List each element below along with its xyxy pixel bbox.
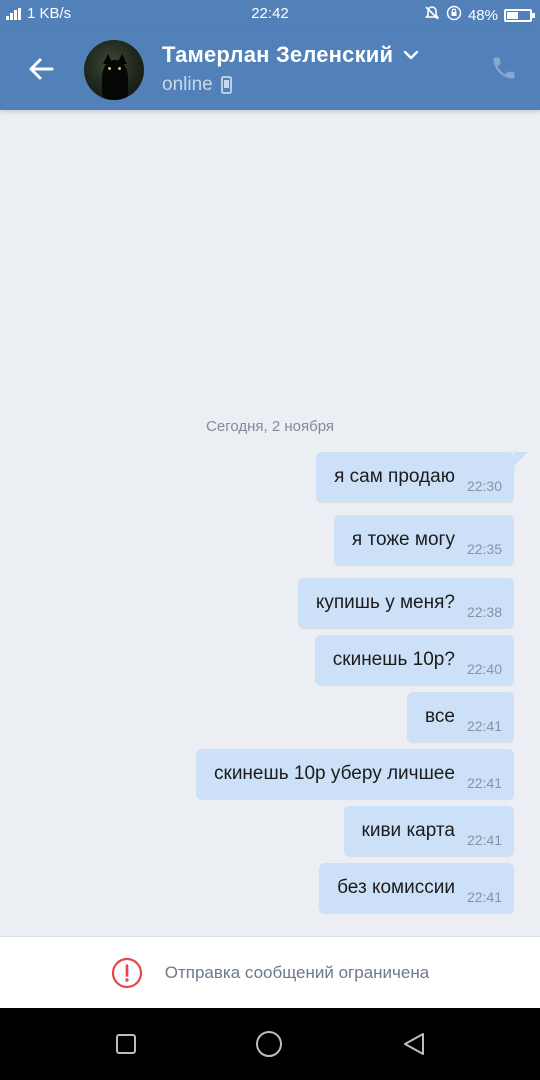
avatar[interactable] [84,40,144,100]
message-bubble[interactable]: я сам продаю 22:30 [316,452,528,502]
rotation-lock-icon [446,5,462,25]
circle-icon [256,1031,282,1057]
message-text: без комиссии [337,877,455,898]
restriction-text: Отправка сообщений ограничена [164,962,430,982]
status-bar: 1 KB/s 22:42 48% [0,0,540,28]
message-text: скинешь 10р уберу личшее [214,763,455,784]
battery-percent: 48% [467,6,498,24]
contact-name: Тамерлан Зеленский [162,42,394,67]
message-text: скинешь 10р? [332,649,455,670]
message-time: 22:41 [466,832,502,848]
message-bubble[interactable]: киви карта 22:41 [343,806,514,856]
home-button[interactable] [251,1026,287,1062]
system-nav-bar [0,1008,540,1080]
message-time: 22:41 [466,718,502,734]
mobile-phone-icon [220,76,232,94]
message-time: 22:41 [466,889,502,905]
message-time: 22:30 [466,478,502,494]
message-text: все [425,706,455,727]
call-button[interactable] [488,50,520,86]
message-list[interactable]: Сегодня, 2 ноября я сам продаю 22:30 я т… [0,110,540,936]
square-icon [116,1034,136,1054]
contact-info[interactable]: Тамерлан Зеленский online [162,42,419,96]
alert-circle-icon [111,957,142,988]
messaging-restricted-banner: Отправка сообщений ограничена [0,936,540,1008]
message-time: 22:41 [466,775,502,791]
message-bubble[interactable]: купишь у меня? 22:38 [297,578,514,628]
phone-icon [493,57,515,79]
contact-status: online [162,74,213,95]
message-bubble[interactable]: скинешь 10р? 22:40 [314,635,514,685]
date-separator: Сегодня, 2 ноября [206,418,334,435]
message-bubble[interactable]: скинешь 10р уберу личшее 22:41 [196,749,514,799]
message-text: купишь у меня? [315,592,455,613]
battery-icon [504,8,535,22]
message-bubble[interactable]: без комиссии 22:41 [319,863,514,913]
message-text: киви карта [361,820,455,841]
chevron-down-icon [404,50,419,60]
back-nav-button[interactable] [396,1026,432,1062]
message-time: 22:40 [466,661,502,677]
recent-apps-button[interactable] [108,1026,144,1062]
bell-muted-icon [424,5,440,25]
message-bubble[interactable]: я тоже могу 22:35 [333,515,514,565]
message-text: я сам продаю [334,466,455,487]
message-time: 22:38 [466,604,502,620]
chat-header: Тамерлан Зеленский online [0,28,540,110]
triangle-back-icon [404,1033,424,1055]
message-bubble[interactable]: все 22:41 [407,692,514,742]
back-button[interactable] [18,46,64,92]
arrow-left-icon [29,58,54,80]
message-text: я тоже могу [351,529,455,550]
message-time: 22:35 [466,541,502,557]
